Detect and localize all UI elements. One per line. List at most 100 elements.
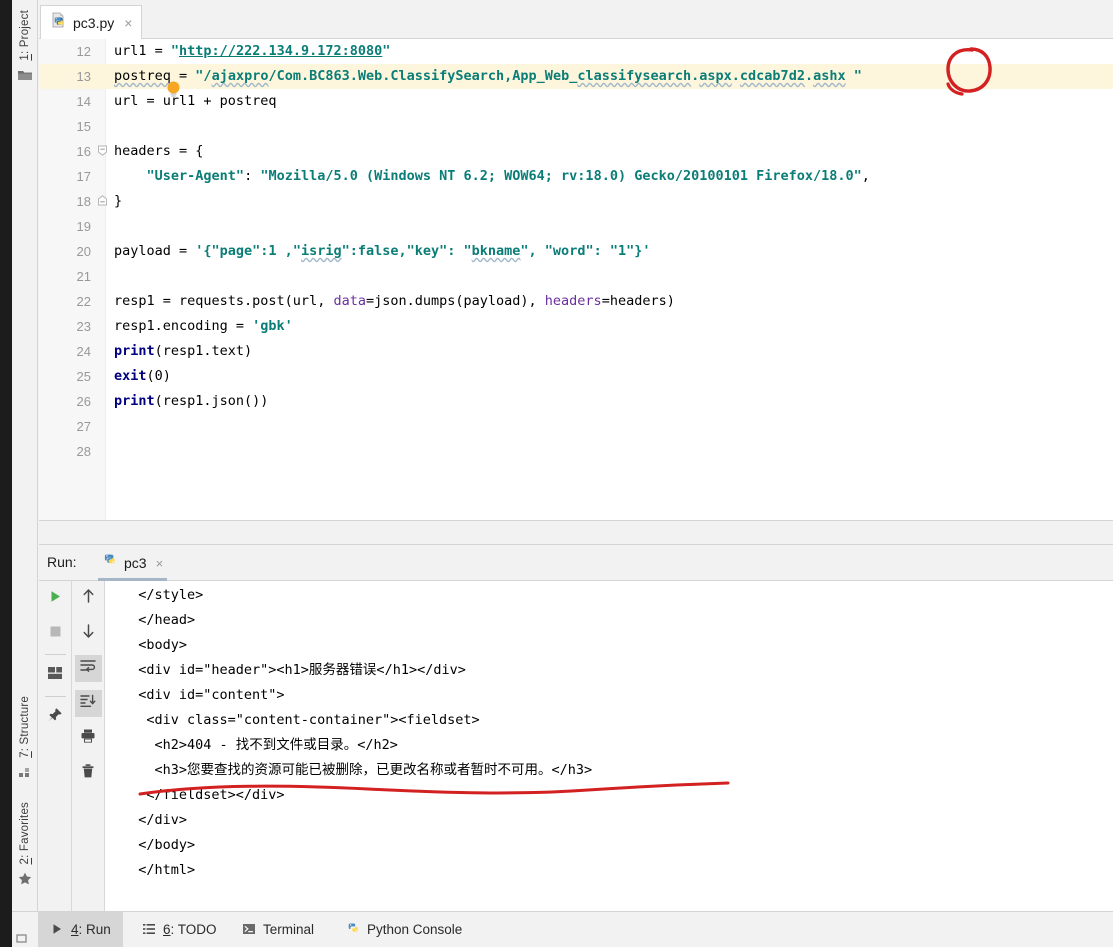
line-content: exit(0) (114, 368, 171, 384)
code-line[interactable]: 22 resp1 = requests.post(url, data=json.… (39, 289, 1113, 314)
line-number: 28 (76, 444, 91, 459)
up-stacktrace-button[interactable] (75, 585, 102, 612)
code-line[interactable]: 21 (39, 264, 1113, 289)
code-line[interactable]: 23 resp1.encoding = 'gbk' (39, 314, 1113, 339)
console-line: <h2>404 - 找不到文件或目录。</h2> (122, 737, 398, 753)
console-line: </html> (122, 862, 196, 878)
status-tab-run-label: 4: Run (71, 922, 111, 937)
toolbar-divider (44, 696, 66, 697)
status-tab-python-console[interactable]: Python Console (334, 912, 474, 947)
close-icon[interactable]: × (156, 556, 164, 571)
sidebar-item-favorites[interactable]: 2: Favorites (12, 800, 38, 887)
line-number: 15 (76, 119, 91, 134)
todo-icon (142, 922, 157, 937)
code-line[interactable]: 25 exit(0) (39, 364, 1113, 389)
run-toolbar-secondary (72, 581, 105, 911)
line-number: 25 (76, 369, 91, 384)
editor-tab-pc3py[interactable]: pc3.py × (40, 5, 143, 39)
play-icon (48, 589, 63, 609)
editor-run-splitter[interactable] (39, 520, 1113, 545)
run-toolbar-primary (39, 581, 72, 911)
console-line: </fieldset></div> (122, 787, 285, 803)
console-line: <div id="content"> (122, 687, 285, 703)
status-tab-terminal-label: Terminal (263, 922, 315, 937)
scroll-end-icon (80, 694, 96, 713)
run-configuration-tab[interactable]: pc3 × (94, 545, 171, 581)
restore-layout-button[interactable] (42, 662, 69, 689)
line-number: 16 (76, 144, 91, 159)
code-line[interactable]: 14 url = url1 + postreq (39, 89, 1113, 114)
soft-wrap-button[interactable] (74, 655, 102, 682)
console-line: </head> (122, 612, 196, 628)
sidebar-item-project[interactable]: 1: Project (12, 8, 38, 83)
layout-icon (47, 666, 63, 685)
code-fold-marker-close[interactable] (97, 195, 108, 206)
pycharm-window: 1: Project 7: Structure 2: Favorites pc3… (0, 0, 1113, 947)
console-line: </body> (122, 837, 196, 853)
code-line[interactable]: 13 postreq = "/ajaxpro/Com.BC863.Web.Cla… (39, 64, 1113, 89)
down-stacktrace-button[interactable] (75, 620, 102, 647)
code-line[interactable]: 27 (39, 414, 1113, 439)
stop-button[interactable] (42, 620, 69, 647)
code-fold-marker-open[interactable] (97, 145, 108, 156)
run-label: Run: (47, 554, 77, 570)
editor-tab-bar: pc3.py × (39, 0, 1113, 39)
clear-all-button[interactable] (75, 760, 102, 787)
bottom-tool-bar: 4: Run 6: TODO Terminal Python Console (12, 911, 1113, 947)
close-icon[interactable]: × (124, 16, 132, 30)
code-line[interactable]: 12 url1 = "http://222.134.9.172:8080" (39, 39, 1113, 64)
code-line[interactable]: 24 print(resp1.text) (39, 339, 1113, 364)
line-content: headers = { (114, 143, 204, 159)
trash-icon (80, 763, 96, 784)
code-line[interactable]: 26 print(resp1.json()) (39, 389, 1113, 414)
line-number: 12 (76, 44, 91, 59)
line-number: 18 (76, 194, 91, 209)
line-number: 22 (76, 294, 91, 309)
python-icon (346, 922, 361, 937)
line-content: payload = '{"page":1 ,"isrig":false,"key… (114, 243, 651, 259)
code-line[interactable]: 17 "User-Agent": "Mozilla/5.0 (Windows N… (39, 164, 1113, 189)
sidebar-item-structure[interactable]: 7: Structure (12, 694, 38, 780)
code-editor[interactable]: 12 url1 = "http://222.134.9.172:8080" 13… (39, 39, 1113, 520)
line-number: 27 (76, 419, 91, 434)
scroll-to-end-button[interactable] (74, 690, 102, 717)
code-line[interactable]: 15 (39, 114, 1113, 139)
editor-area: pc3.py × 12 url1 = "http://222.134.9.172… (39, 0, 1113, 520)
line-content: print(resp1.json()) (114, 393, 269, 409)
sidebar-item-structure-label: 7: Structure (19, 696, 31, 758)
line-number: 19 (76, 219, 91, 234)
pin-tab-button[interactable] (42, 704, 69, 731)
line-content: resp1 = requests.post(url, data=json.dum… (114, 293, 675, 309)
window-corner-icon (16, 932, 30, 944)
status-tab-todo-label: 6: TODO (163, 922, 217, 937)
line-number: 20 (76, 244, 91, 259)
code-line[interactable]: 19 (39, 214, 1113, 239)
line-content: } (114, 193, 123, 209)
status-tab-run[interactable]: 4: Run (38, 912, 123, 947)
arrow-up-icon (81, 588, 96, 609)
print-button[interactable] (75, 725, 102, 752)
line-content: "User-Agent": "Mozilla/5.0 (Windows NT 6… (146, 168, 870, 184)
run-console-output[interactable]: </style> </head> <body> <div id="header"… (106, 581, 1113, 911)
run-tab-label: pc3 (124, 555, 147, 571)
console-line: <div id="header"><h1>服务器错误</h1></div> (122, 662, 466, 678)
status-tab-todo[interactable]: 6: TODO (130, 912, 229, 947)
status-tab-python-console-label: Python Console (367, 922, 463, 937)
intention-bulb-icon[interactable] (166, 81, 181, 99)
code-lines: 12 url1 = "http://222.134.9.172:8080" 13… (39, 39, 1113, 464)
pin-icon (47, 707, 63, 728)
line-content: print(resp1.text) (114, 343, 253, 359)
run-tool-header: Run: pc3 × (39, 545, 1113, 581)
status-tab-terminal[interactable]: Terminal (230, 912, 326, 947)
code-line[interactable]: 28 (39, 439, 1113, 464)
code-line[interactable]: 20 payload = '{"page":1 ,"isrig":false,"… (39, 239, 1113, 264)
sidebar-item-project-label: 1: Project (19, 10, 31, 61)
console-line: </div> (122, 812, 188, 828)
rerun-button[interactable] (42, 585, 69, 612)
line-number: 24 (76, 344, 91, 359)
code-line[interactable]: 18 } (39, 189, 1113, 214)
console-line: <div class="content-container"><fieldset… (122, 712, 480, 728)
line-number: 17 (76, 169, 91, 184)
sidebar-item-favorites-label: 2: Favorites (19, 802, 31, 865)
code-line[interactable]: 16 headers = { (39, 139, 1113, 164)
